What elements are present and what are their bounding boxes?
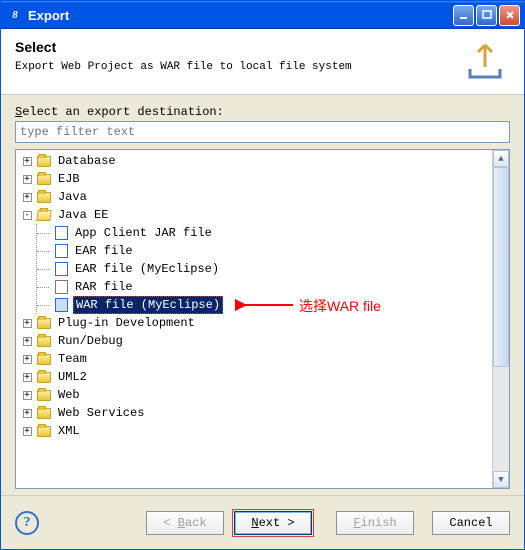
scroll-up-button[interactable]: ▲ <box>493 150 509 167</box>
tree-leaf-ear-file[interactable]: EAR file <box>37 242 490 260</box>
export-dialog: 8 Export Select Export Web Project as WA… <box>0 0 525 550</box>
tree-leaf-war-file-myeclipse[interactable]: WAR file (MyEclipse) <box>37 296 490 314</box>
window-title: Export <box>28 8 453 23</box>
tree-node-java-ee[interactable]: -Java EE <box>18 206 490 224</box>
export-icon <box>464 39 506 84</box>
tree-node-plugin-dev[interactable]: +Plug-in Development <box>18 314 490 332</box>
tree-node-ejb[interactable]: +EJB <box>18 170 490 188</box>
wizard-header: Select Export Web Project as WAR file to… <box>1 29 524 95</box>
vertical-scrollbar[interactable]: ▲ ▼ <box>492 150 509 488</box>
tree-container: +Database +EJB +Java -Java EE App Client… <box>15 149 510 489</box>
scroll-down-button[interactable]: ▼ <box>493 471 509 488</box>
tree-node-database[interactable]: +Database <box>18 152 490 170</box>
button-bar: ? < Back Next > Finish Cancel <box>1 495 524 549</box>
maximize-button[interactable] <box>476 5 497 26</box>
war-icon <box>53 297 69 313</box>
back-button[interactable]: < Back <box>146 511 224 535</box>
tree-node-web-services[interactable]: +Web Services <box>18 404 490 422</box>
ear-icon <box>53 261 69 277</box>
tree-node-java[interactable]: +Java <box>18 188 490 206</box>
wizard-body: Select an export destination: +Database … <box>1 95 524 495</box>
page-title: Select <box>15 39 454 55</box>
tree-leaf-rar-file[interactable]: RAR file <box>37 278 490 296</box>
page-description: Export Web Project as WAR file to local … <box>15 61 454 73</box>
tree-node-xml[interactable]: +XML <box>18 422 490 440</box>
export-tree[interactable]: +Database +EJB +Java -Java EE App Client… <box>16 150 492 488</box>
minimize-button[interactable] <box>453 5 474 26</box>
tree-node-web[interactable]: +Web <box>18 386 490 404</box>
tree-leaf-app-client-jar[interactable]: App Client JAR file <box>37 224 490 242</box>
destination-label: Select an export destination: <box>15 105 510 119</box>
scroll-thumb[interactable] <box>493 167 509 367</box>
help-button[interactable]: ? <box>15 511 39 535</box>
tree-node-run-debug[interactable]: +Run/Debug <box>18 332 490 350</box>
next-button[interactable]: Next > <box>234 511 312 535</box>
tree-leaf-ear-file-myeclipse[interactable]: EAR file (MyEclipse) <box>37 260 490 278</box>
tree-node-team[interactable]: +Team <box>18 350 490 368</box>
finish-button[interactable]: Finish <box>336 511 414 535</box>
app-icon: 8 <box>7 7 23 23</box>
ear-icon <box>53 243 69 259</box>
close-button[interactable] <box>499 5 520 26</box>
tree-node-uml2[interactable]: +UML2 <box>18 368 490 386</box>
filter-input[interactable] <box>15 121 510 143</box>
rar-icon <box>53 279 69 295</box>
title-bar[interactable]: 8 Export <box>1 1 524 29</box>
selected-item-label: WAR file (MyEclipse) <box>73 296 223 314</box>
jar-icon <box>53 225 69 241</box>
cancel-button[interactable]: Cancel <box>432 511 510 535</box>
